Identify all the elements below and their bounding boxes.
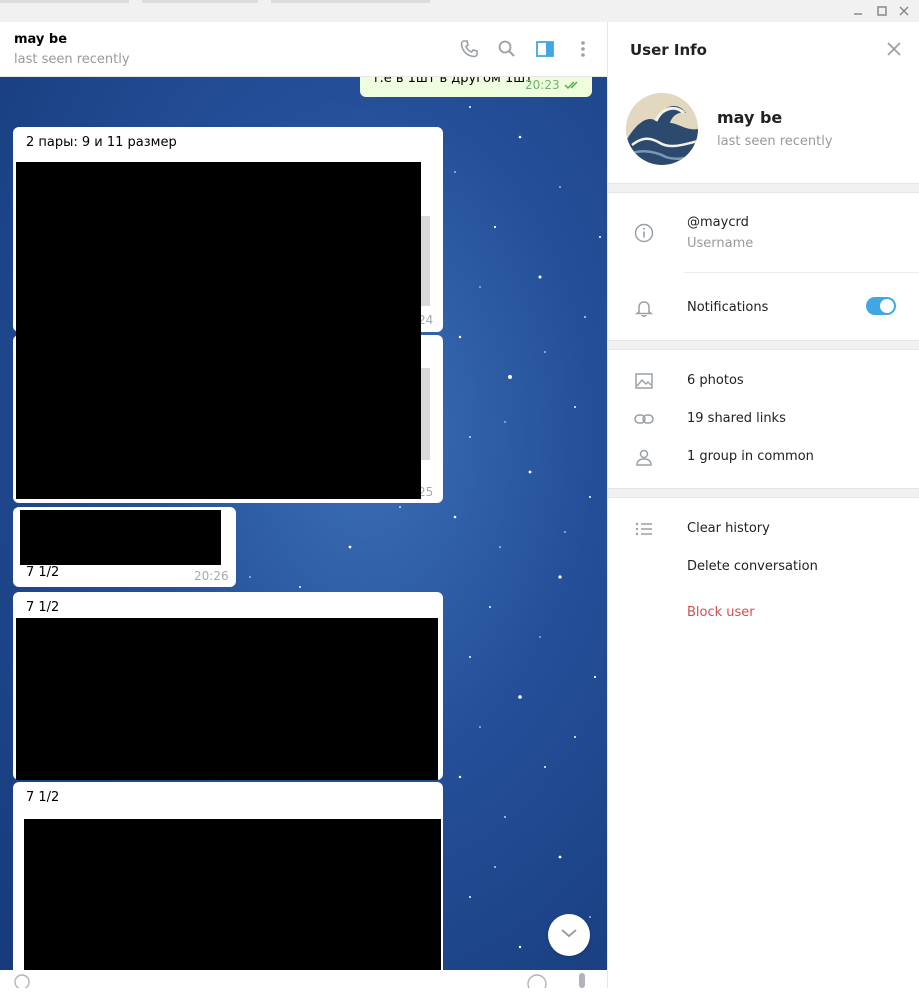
sidebar-toggle-icon[interactable] [534, 38, 556, 60]
shared-photos-link[interactable]: 6 photos [687, 373, 744, 388]
message-time: 20:26 [194, 569, 229, 583]
toggle-knob [880, 299, 894, 313]
panel-title: User Info [630, 41, 707, 59]
username-value[interactable]: @maycrd [687, 215, 749, 230]
phone-icon[interactable] [458, 38, 480, 60]
list-icon [632, 517, 656, 541]
minimize-icon[interactable] [850, 3, 866, 19]
row-separator [684, 272, 919, 273]
link-icon [632, 407, 656, 431]
window-titlebar [0, 0, 919, 23]
message-caption: 7 1/2 [26, 790, 60, 805]
attach-icon[interactable] [14, 972, 30, 992]
scroll-to-bottom-button[interactable] [548, 914, 590, 956]
chat-header: may be last seen recently [0, 22, 607, 77]
close-icon[interactable] [896, 3, 912, 19]
redacted-image[interactable] [16, 618, 438, 780]
chevron-down-icon [560, 927, 578, 943]
photo-icon [632, 369, 656, 393]
photo-thumbnail[interactable] [421, 368, 430, 460]
compose-bar [0, 970, 607, 992]
redacted-image[interactable] [20, 510, 221, 565]
user-name: may be [717, 108, 783, 127]
username-label: Username [687, 236, 754, 251]
person-icon [632, 445, 656, 469]
delete-conversation-button[interactable]: Delete conversation [687, 559, 818, 574]
section-divider [608, 183, 919, 193]
message-text: т.е в 1шт в другом 1шт [372, 77, 533, 86]
chat-background: т.е в 1шт в другом 1шт 20:23 2 пары: 9 и… [0, 77, 607, 970]
maximize-icon[interactable] [874, 3, 890, 19]
avatar[interactable] [626, 93, 698, 165]
shared-links-link[interactable]: 19 shared links [687, 411, 786, 426]
bell-icon [632, 296, 656, 320]
message-caption: 7 1/2 [26, 565, 60, 580]
block-user-button[interactable]: Block user [687, 605, 755, 620]
microphone-icon[interactable] [576, 972, 588, 992]
message-caption: 7 1/2 [26, 600, 60, 615]
info-icon [632, 221, 656, 245]
clear-history-button[interactable]: Clear history [687, 521, 770, 536]
more-vertical-icon[interactable] [572, 38, 594, 60]
message-caption: 2 пары: 9 и 11 размер [26, 135, 177, 150]
redacted-image[interactable] [16, 162, 421, 499]
chat-area: may be last seen recently т.е в 1шт в др… [0, 22, 607, 992]
section-divider [608, 488, 919, 498]
close-panel-icon[interactable] [884, 39, 904, 59]
groups-in-common-link[interactable]: 1 group in common [687, 449, 814, 464]
user-status: last seen recently [717, 134, 833, 149]
user-info-panel: User Info may be last seen recently @may… [607, 22, 919, 988]
read-ticks-icon [564, 79, 582, 89]
photo-message[interactable]: 7 1/2 [13, 592, 443, 780]
emoji-icon[interactable] [527, 972, 547, 992]
search-icon[interactable] [496, 38, 518, 60]
photo-message[interactable]: 7 1/2 20:26 [13, 507, 236, 587]
photo-message[interactable]: 7 1/2 [13, 782, 443, 970]
section-divider [608, 340, 919, 350]
outgoing-message[interactable]: т.е в 1шт в другом 1шт 20:23 [360, 77, 592, 97]
notifications-label: Notifications [687, 300, 769, 315]
chat-title[interactable]: may be [14, 32, 67, 47]
message-time: 20:23 [525, 78, 560, 92]
photo-thumbnail[interactable] [421, 216, 430, 306]
notifications-toggle[interactable] [866, 297, 896, 315]
redacted-image[interactable] [24, 819, 441, 970]
titlebar-text-strip [0, 0, 430, 3]
chat-status: last seen recently [14, 52, 130, 67]
